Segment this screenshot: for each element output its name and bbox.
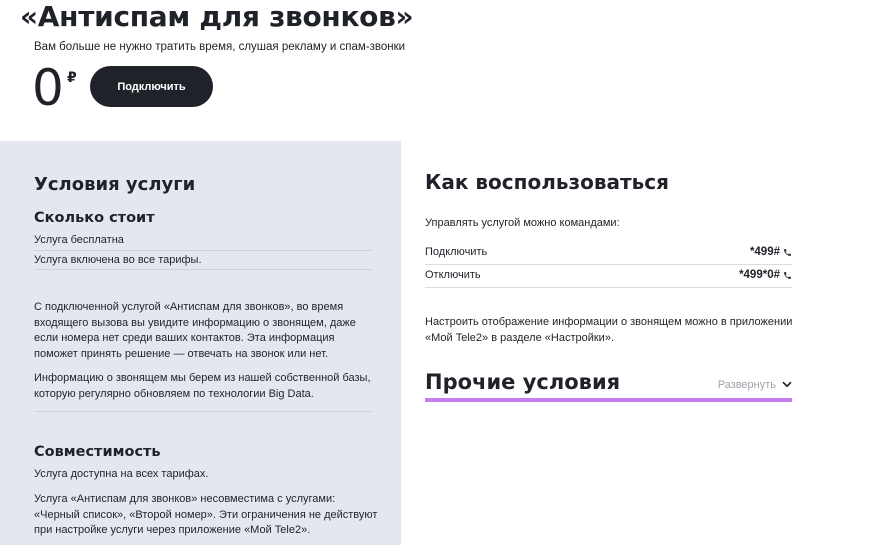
cost-line-tariffs: Услуга включена во все тарифы. bbox=[34, 254, 202, 266]
conditions-title: Условия услуги bbox=[34, 174, 196, 195]
currency-symbol: ₽ bbox=[67, 70, 77, 86]
compat-paragraph-1: Услуга доступна на всех тарифах. bbox=[34, 468, 209, 480]
divider bbox=[425, 264, 792, 265]
expand-label: Развернуть bbox=[717, 379, 776, 391]
accent-underline bbox=[425, 398, 792, 402]
cost-title: Сколько стоит bbox=[34, 210, 155, 226]
command-label: Подключить bbox=[425, 246, 488, 258]
command-code: *499# bbox=[749, 246, 780, 258]
command-row-disconnect: Отключить *499*0# bbox=[425, 269, 792, 281]
divider bbox=[425, 287, 792, 288]
cost-line-free: Услуга бесплатна bbox=[34, 234, 124, 246]
compat-title: Совместимость bbox=[34, 444, 161, 460]
command-row-connect: Подключить *499# bbox=[425, 246, 792, 258]
command-code: *499*0# bbox=[739, 269, 780, 281]
price-value: 0 bbox=[32, 59, 64, 117]
command-label: Отключить bbox=[425, 269, 481, 281]
other-conditions-title[interactable]: Прочие условия bbox=[425, 370, 620, 394]
connect-button[interactable]: Подключить bbox=[90, 66, 213, 107]
command-code-link[interactable]: *499*0# bbox=[739, 269, 792, 281]
divider bbox=[34, 250, 372, 251]
divider bbox=[34, 411, 372, 412]
chevron-down-icon bbox=[782, 379, 792, 391]
phone-icon bbox=[783, 248, 792, 257]
howto-title: Как воспользоваться bbox=[425, 170, 669, 194]
compat-paragraph-2: Услуга «Антиспам для звонков» несовмести… bbox=[34, 493, 378, 536]
description-paragraph-2: Информацию о звонящем мы берем из нашей … bbox=[34, 372, 371, 400]
page-subtitle: Вам больше не нужно тратить время, слуша… bbox=[34, 41, 406, 53]
phone-icon bbox=[783, 271, 792, 280]
howto-intro: Управлять услугой можно командами: bbox=[425, 217, 620, 229]
description-paragraph-1: С подключенной услугой «Антиспам для зво… bbox=[34, 301, 356, 360]
howto-note: Настроить отображение информации о звоня… bbox=[425, 316, 793, 344]
command-code-link[interactable]: *499# bbox=[750, 246, 792, 258]
divider bbox=[34, 269, 372, 270]
page-title: «Антиспам для звонков» bbox=[20, 0, 414, 33]
expand-toggle[interactable]: Развернуть bbox=[718, 379, 792, 391]
